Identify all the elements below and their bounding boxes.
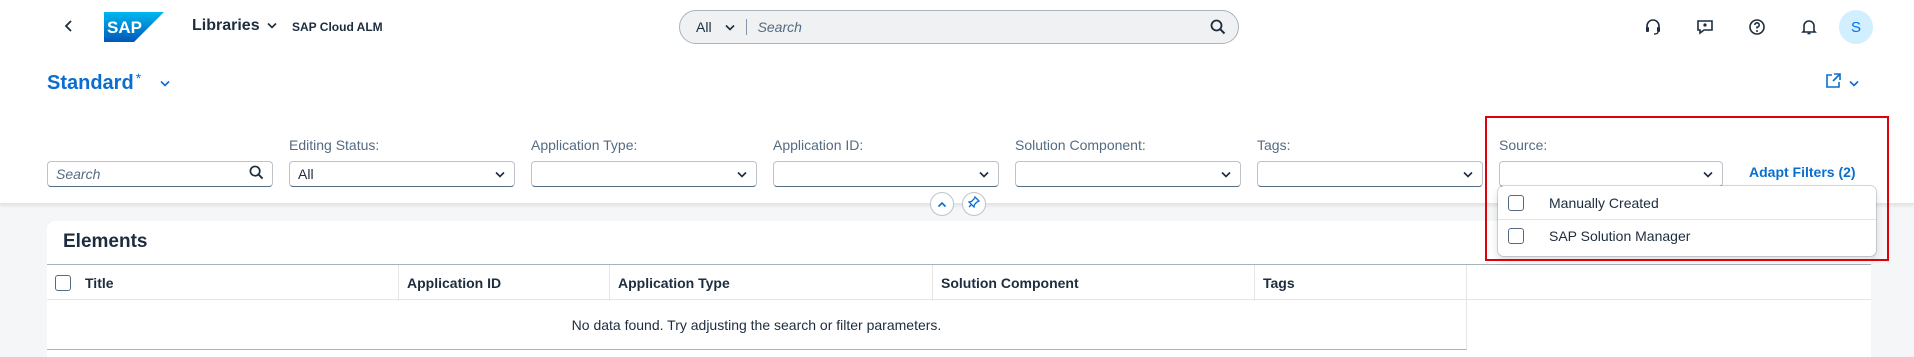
search-icon[interactable] xyxy=(249,165,264,183)
filter-search-input[interactable]: Search xyxy=(47,161,273,187)
column-label: Title xyxy=(85,275,114,291)
column-label: Application ID xyxy=(407,275,502,291)
column-label: Solution Component xyxy=(941,275,1079,291)
filter-tags-select[interactable] xyxy=(1257,161,1483,187)
search-scope-select[interactable]: All xyxy=(680,19,747,35)
chevron-down-icon xyxy=(159,75,171,93)
shell-bar: SAP Libraries SAP Cloud ALM All Search S xyxy=(0,0,1914,54)
search-scope-value: All xyxy=(696,19,712,35)
chevron-down-icon xyxy=(978,166,990,182)
column-label: Tags xyxy=(1263,275,1295,291)
variant-modified-indicator: * xyxy=(135,69,142,86)
chevron-down-icon xyxy=(736,166,748,182)
share-icon xyxy=(1824,72,1842,95)
pin-header-button[interactable] xyxy=(962,192,986,216)
option-checkbox[interactable] xyxy=(1508,228,1524,244)
filter-label-editing-status: Editing Status: xyxy=(289,137,380,153)
chevron-down-icon xyxy=(1462,166,1474,182)
variant-title: Standard xyxy=(47,72,134,94)
table-header-filler xyxy=(1467,264,1871,300)
option-label: SAP Solution Manager xyxy=(1549,228,1691,244)
filter-value: All xyxy=(298,166,314,182)
filter-search-placeholder: Search xyxy=(56,166,101,182)
chevron-down-icon xyxy=(1220,166,1232,182)
adapt-filters-button[interactable]: Adapt Filters (2) xyxy=(1749,164,1856,180)
select-all-checkbox[interactable] xyxy=(55,275,71,291)
user-avatar[interactable]: S xyxy=(1839,10,1873,44)
filter-label-source: Source: xyxy=(1499,137,1548,153)
filter-solution-component-select[interactable] xyxy=(1015,161,1241,187)
product-switch[interactable]: Libraries xyxy=(192,17,278,35)
search-icon[interactable] xyxy=(1198,19,1238,35)
filter-label-application-id: Application ID: xyxy=(773,137,864,153)
product-label: Libraries xyxy=(192,17,260,34)
collapse-header-button[interactable] xyxy=(930,192,954,216)
list-item-sap-solution-manager[interactable]: SAP Solution Manager xyxy=(1498,219,1876,252)
help-icon[interactable] xyxy=(1745,15,1769,39)
filter-source-select[interactable] xyxy=(1499,161,1723,187)
list-item-manually-created[interactable]: Manually Created xyxy=(1498,186,1876,219)
sap-logo-text: SAP xyxy=(107,18,142,37)
filter-editing-status-select[interactable]: All xyxy=(289,161,515,187)
chevron-down-icon xyxy=(494,166,506,182)
pin-icon xyxy=(967,195,981,213)
filter-application-type-select[interactable] xyxy=(531,161,757,187)
share-menu-button[interactable] xyxy=(1824,72,1860,95)
variant-management[interactable]: Standard * xyxy=(47,69,171,95)
source-dropdown-list: Manually Created SAP Solution Manager xyxy=(1498,186,1876,256)
chevron-down-icon xyxy=(266,17,278,35)
back-icon[interactable] xyxy=(58,15,80,37)
filter-label-application-type: Application Type: xyxy=(531,137,638,153)
filter-label-solution-component: Solution Component: xyxy=(1015,137,1146,153)
column-header-solution-component[interactable]: Solution Component xyxy=(933,265,1255,301)
headset-icon[interactable] xyxy=(1641,15,1665,39)
chevron-down-icon xyxy=(1702,166,1714,182)
notification-bell-icon[interactable] xyxy=(1797,15,1821,39)
option-checkbox[interactable] xyxy=(1508,194,1524,211)
filter-label-tags: Tags: xyxy=(1257,137,1291,153)
global-search[interactable]: All Search xyxy=(679,10,1239,44)
column-label: Application Type xyxy=(618,275,730,291)
column-header-title[interactable]: Title xyxy=(47,265,399,301)
table-empty-message: No data found. Try adjusting the search … xyxy=(47,300,1467,350)
option-label: Manually Created xyxy=(1549,194,1659,211)
column-header-application-id[interactable]: Application ID xyxy=(399,265,610,301)
feedback-icon[interactable] xyxy=(1693,15,1717,39)
product-subtitle: SAP Cloud ALM xyxy=(292,20,383,34)
chevron-down-icon xyxy=(724,19,736,35)
table-title: Elements xyxy=(63,231,148,252)
search-input[interactable]: Search xyxy=(747,19,1198,35)
filter-application-id-select[interactable] xyxy=(773,161,999,187)
chevron-up-icon xyxy=(937,195,947,213)
sap-logo[interactable]: SAP xyxy=(104,12,164,42)
chevron-down-icon xyxy=(1848,75,1860,93)
column-header-tags[interactable]: Tags xyxy=(1255,265,1467,301)
column-header-application-type[interactable]: Application Type xyxy=(610,265,933,301)
table-header-row: Title Application ID Application Type So… xyxy=(47,264,1467,301)
